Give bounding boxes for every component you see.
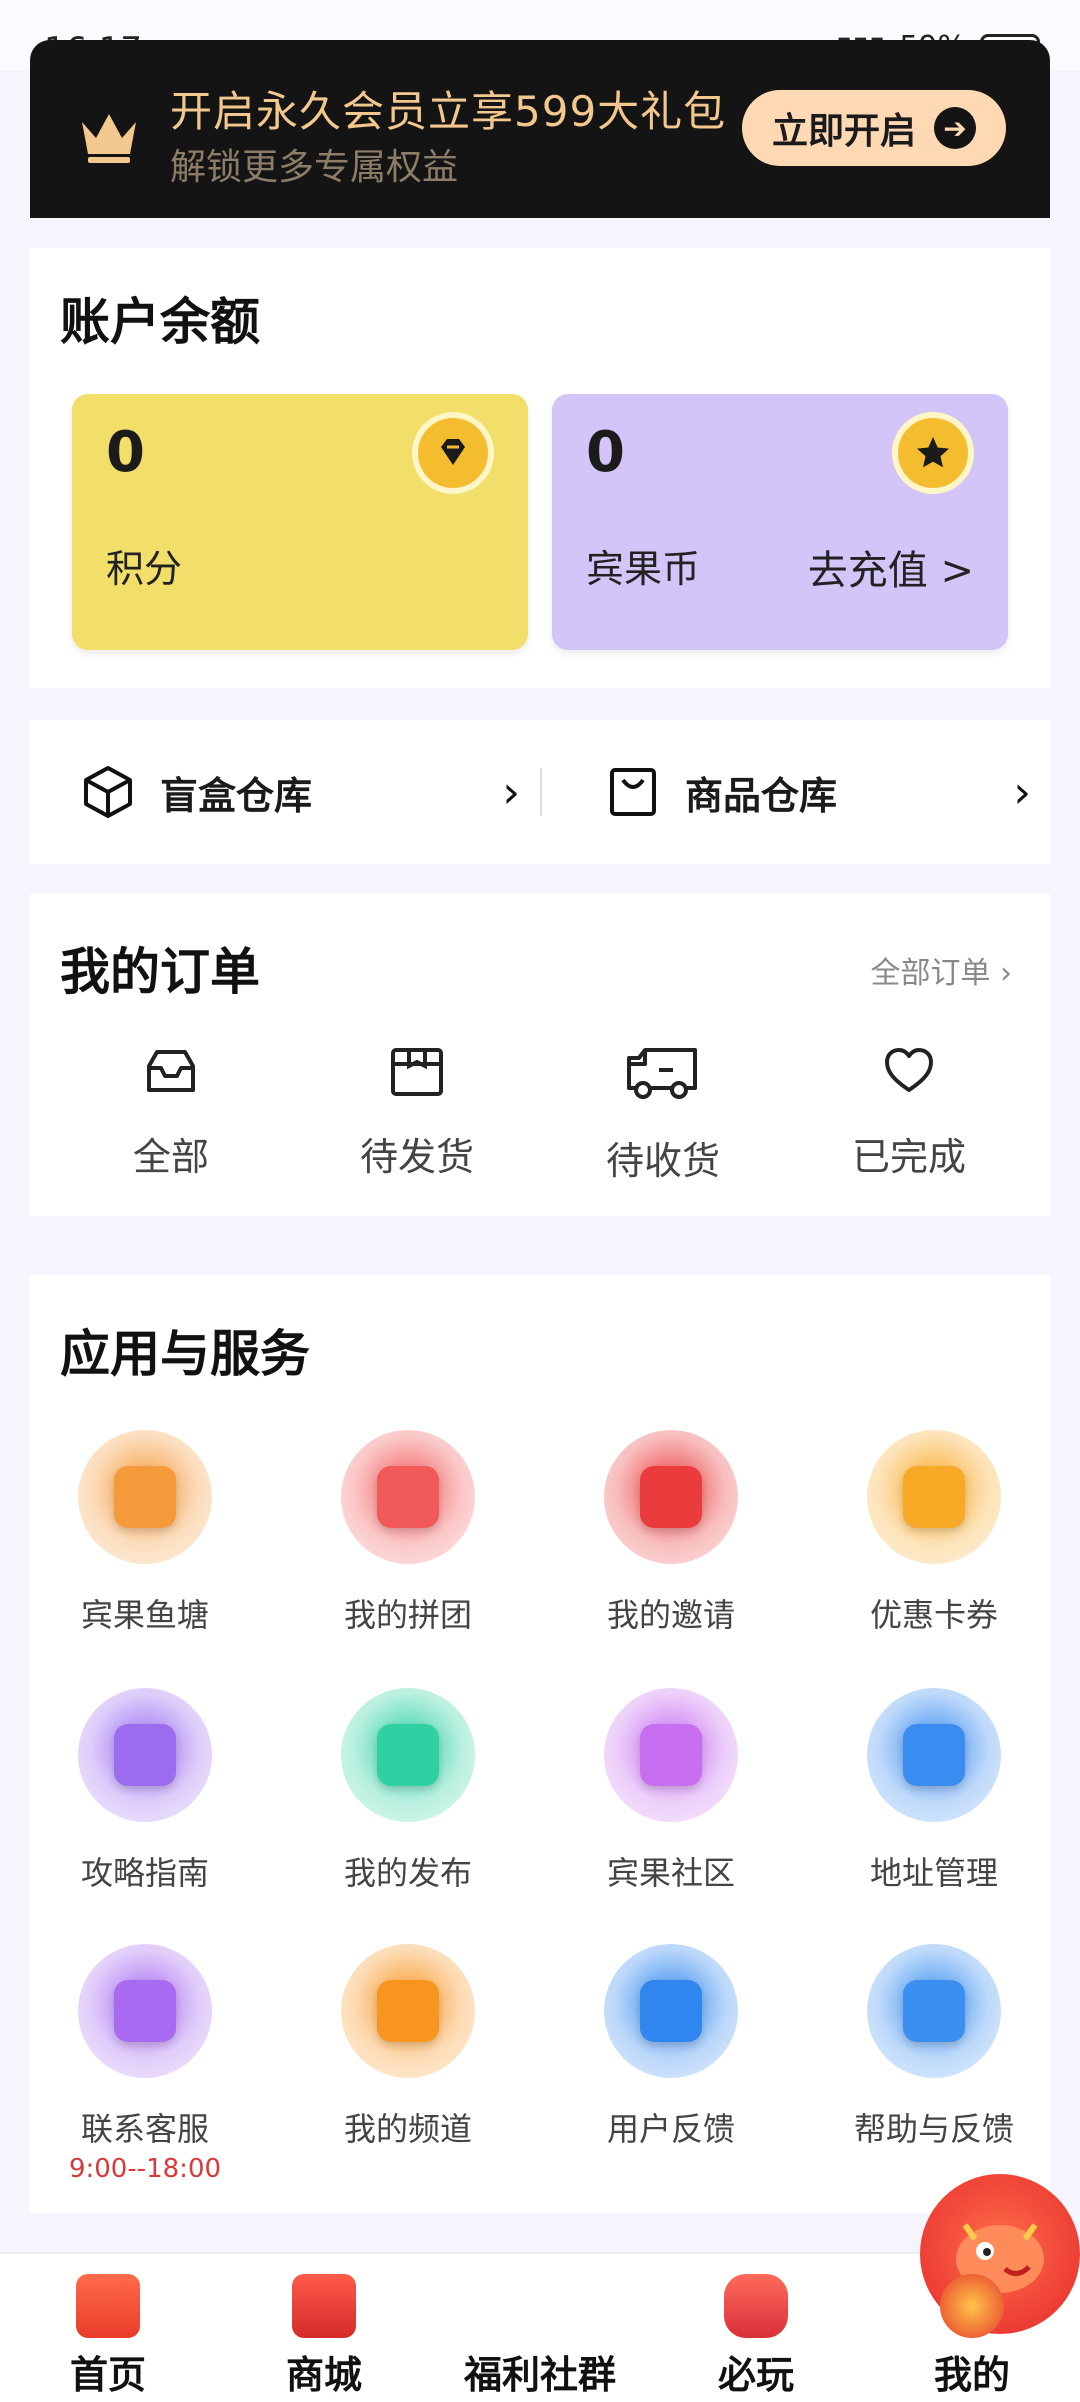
nav-label: 首页 bbox=[69, 2353, 146, 2397]
diamond-icon bbox=[412, 412, 494, 494]
coins-label: 宾果币 bbox=[586, 547, 701, 591]
goods-label: 商品仓库 bbox=[685, 773, 838, 818]
service-paper-plane[interactable]: 我的发布 bbox=[308, 1688, 508, 1894]
shopping-bag-icon bbox=[610, 768, 656, 816]
cube-icon bbox=[84, 766, 132, 818]
service-mailbox[interactable]: 用户反馈 bbox=[571, 1944, 771, 2150]
heart-icon bbox=[885, 1048, 933, 1092]
nav-home[interactable]: 首页 bbox=[28, 2254, 188, 2402]
gamepad-icon bbox=[724, 2274, 788, 2338]
bottom-nav: 首页 商城 福利社群 必玩 我的 bbox=[0, 2174, 1080, 2402]
bag-icon bbox=[341, 1430, 475, 1564]
service-label: 宾果鱼塘 bbox=[80, 1596, 209, 1634]
orders-card: 我的订单 全部订单 › 全部 待发货 待收货 已完成 bbox=[30, 894, 1050, 1216]
nav-must-play[interactable]: 必玩 bbox=[676, 2254, 836, 2402]
service-label: 我的拼团 bbox=[343, 1596, 472, 1634]
nav-welfare[interactable]: 福利社群 bbox=[460, 2174, 1080, 2402]
video-icon bbox=[341, 1944, 475, 2078]
service-label: 联系客服 bbox=[80, 2110, 209, 2148]
vip-subtitle: 解锁更多专属权益 bbox=[170, 147, 459, 188]
service-book[interactable]: 攻略指南 bbox=[45, 1688, 245, 1894]
nav-label: 我的 bbox=[933, 2353, 1010, 2397]
nav-label: 必玩 bbox=[717, 2353, 794, 2397]
coupon-icon bbox=[867, 1430, 1001, 1564]
service-hours: 9:00--18:00 bbox=[68, 2154, 222, 2184]
service-label: 我的邀请 bbox=[606, 1596, 735, 1634]
headset-icon bbox=[78, 1944, 212, 2078]
coins-card[interactable]: 0 宾果币 去充值 > bbox=[552, 394, 1008, 650]
all-orders-link[interactable]: 全部订单 › bbox=[870, 948, 1012, 992]
services-card: 应用与服务 宾果鱼塘 我的拼团 我的邀请 优惠卡券攻略指南 我的发布 宾果社区 地址管理联系… bbox=[30, 1274, 1050, 2214]
balance-card: 账户余额 0 积分 0 宾果币 去充值 > bbox=[30, 248, 1050, 688]
service-label: 帮助与反馈 bbox=[853, 2110, 1014, 2148]
points-card[interactable]: 0 积分 bbox=[72, 394, 528, 650]
points-value: 0 bbox=[106, 420, 145, 485]
paper-plane-icon bbox=[341, 1688, 475, 1822]
star-icon bbox=[892, 412, 974, 494]
service-fish[interactable]: 宾果鱼塘 bbox=[45, 1430, 245, 1636]
order-label: 待收货 bbox=[605, 1139, 720, 1183]
document-icon bbox=[867, 1944, 1001, 2078]
goods-warehouse[interactable]: 商品仓库 › bbox=[605, 720, 1045, 864]
service-label: 我的频道 bbox=[343, 2110, 472, 2148]
chat-heart-icon bbox=[604, 1688, 738, 1822]
service-headset[interactable]: 联系客服 9:00--18:00 bbox=[45, 1944, 245, 2184]
vip-title: 开启永久会员立享599大礼包 bbox=[170, 87, 727, 136]
home-icon bbox=[76, 2274, 140, 2338]
all-orders-label: 全部订单 bbox=[870, 956, 991, 991]
service-label: 我的发布 bbox=[343, 1854, 472, 1892]
chevron-right-icon: › bbox=[1000, 956, 1012, 991]
truck-icon bbox=[627, 1048, 697, 1099]
mailbox-icon bbox=[604, 1944, 738, 2078]
arrow-right-icon: ➔ bbox=[934, 107, 976, 149]
lion-icon bbox=[940, 2274, 1004, 2338]
service-video[interactable]: 我的频道 bbox=[308, 1944, 508, 2150]
service-label: 用户反馈 bbox=[606, 2110, 735, 2148]
order-all[interactable]: 全部 bbox=[81, 1044, 261, 1181]
inbox-icon bbox=[147, 1050, 195, 1092]
blind-box-warehouse[interactable]: 盲盒仓库 › bbox=[80, 720, 520, 864]
order-to-ship[interactable]: 待发货 bbox=[327, 1044, 507, 1181]
book-icon bbox=[78, 1688, 212, 1822]
nav-mine[interactable]: 我的 bbox=[892, 2254, 1052, 2402]
nav-label: 商城 bbox=[285, 2353, 362, 2397]
vip-open-label: 立即开启 bbox=[771, 111, 916, 152]
service-label: 攻略指南 bbox=[80, 1854, 209, 1892]
service-label: 地址管理 bbox=[869, 1854, 998, 1892]
order-to-receive[interactable]: 待收货 bbox=[573, 1044, 753, 1185]
service-location-pin[interactable]: 地址管理 bbox=[834, 1688, 1034, 1894]
divider bbox=[540, 768, 542, 816]
shop-icon bbox=[292, 2274, 356, 2338]
package-icon bbox=[391, 1048, 443, 1096]
vip-open-button[interactable]: 立即开启 ➔ bbox=[742, 90, 1006, 166]
order-completed[interactable]: 已完成 bbox=[819, 1044, 999, 1181]
order-label: 待发货 bbox=[359, 1135, 474, 1179]
service-label: 宾果社区 bbox=[606, 1854, 735, 1892]
order-label: 全部 bbox=[132, 1135, 209, 1179]
service-chat-heart[interactable]: 宾果社区 bbox=[571, 1688, 771, 1894]
recharge-link[interactable]: 去充值 > bbox=[808, 538, 974, 596]
service-bag[interactable]: 我的拼团 bbox=[308, 1430, 508, 1636]
orders-title: 我的订单 bbox=[60, 943, 260, 1001]
chevron-right-icon: › bbox=[502, 766, 520, 818]
envelope-icon bbox=[604, 1430, 738, 1564]
crown-icon bbox=[82, 114, 136, 163]
warehouse-card: 盲盒仓库 › 商品仓库 › bbox=[30, 720, 1050, 864]
chevron-right-icon: › bbox=[1013, 766, 1031, 818]
balance-title: 账户余额 bbox=[60, 293, 260, 351]
service-label: 优惠卡券 bbox=[869, 1596, 998, 1634]
nav-label: 福利社群 bbox=[463, 2353, 616, 2397]
vip-banner[interactable]: 开启永久会员立享599大礼包 解锁更多专属权益 立即开启 ➔ bbox=[30, 40, 1050, 218]
coins-value: 0 bbox=[586, 420, 625, 485]
service-coupon[interactable]: 优惠卡券 bbox=[834, 1430, 1034, 1636]
points-label: 积分 bbox=[106, 547, 183, 591]
fish-icon bbox=[78, 1430, 212, 1564]
nav-shop[interactable]: 商城 bbox=[244, 2254, 404, 2402]
blind-box-label: 盲盒仓库 bbox=[160, 773, 313, 818]
order-label: 已完成 bbox=[851, 1135, 966, 1179]
services-title: 应用与服务 bbox=[60, 1325, 310, 1383]
service-document[interactable]: 帮助与反馈 bbox=[834, 1944, 1034, 2150]
service-envelope[interactable]: 我的邀请 bbox=[571, 1430, 771, 1636]
location-pin-icon bbox=[867, 1688, 1001, 1822]
